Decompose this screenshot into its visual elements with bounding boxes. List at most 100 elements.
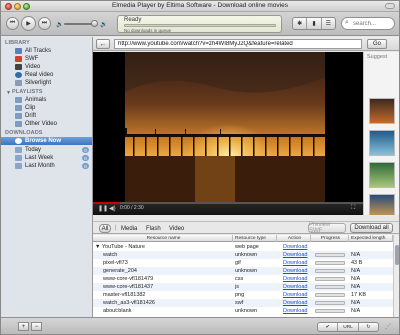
resource-table: Resource name Resource type Action Progr… — [93, 235, 399, 317]
add-button[interactable]: + — [18, 322, 29, 331]
url-input[interactable] — [114, 39, 362, 49]
disclosure-triangle-icon[interactable]: ▼ — [95, 244, 102, 250]
column-header-name[interactable]: Resource name — [93, 235, 233, 242]
status-text: Ready — [124, 17, 142, 23]
table-group-row[interactable]: ▼ YouTube - Nature web page Download — [93, 243, 393, 251]
expected-length: 17 KB — [351, 292, 366, 298]
expected-length: N/A — [351, 268, 361, 274]
count-badge: 0 — [82, 147, 89, 153]
table-row[interactable]: watch unknown Download N/A — [93, 251, 393, 259]
suggestion-thumbnail[interactable] — [369, 162, 395, 188]
column-header-expected-length[interactable]: Expected length — [349, 235, 393, 242]
preview-swf-button[interactable]: Preview SWF — [308, 222, 346, 234]
back-button[interactable]: ← — [96, 39, 110, 49]
table-scrollbar[interactable] — [393, 235, 399, 317]
scrollbar-thumb[interactable] — [395, 245, 399, 265]
view-mode-control: ✱ ▮ ☰ — [292, 17, 336, 30]
resource-type: css — [235, 276, 244, 282]
sidebar-item-last-month[interactable]: Last Month 0 — [1, 162, 92, 170]
table-row[interactable]: master-vfl181382 png Download 17 KB — [93, 291, 393, 299]
resize-grip-icon[interactable]: ⋰ — [385, 323, 395, 331]
mode-control: ✔ URL ↻ — [317, 322, 379, 332]
sidebar-item-animals[interactable]: Animals — [1, 96, 92, 104]
pause-icon[interactable]: ❚❚ — [98, 205, 108, 212]
sidebar-item-real-video[interactable]: Real video — [1, 71, 92, 79]
sidebar-item-browse-now[interactable]: Browse Now — [1, 137, 92, 145]
table-row[interactable]: pixel-vfl73 gif Download 43 B — [93, 259, 393, 267]
remove-button[interactable]: − — [31, 322, 42, 331]
refresh-icon[interactable]: ↻ — [359, 323, 378, 331]
play-button[interactable]: ▶ — [21, 16, 36, 31]
download-link[interactable]: Download — [283, 283, 311, 291]
resource-name-text: watch_as3-vfl181426 — [103, 300, 155, 306]
suggestion-thumbnail[interactable] — [369, 130, 395, 156]
table-row[interactable]: www-core-vfl181479 css Download N/A — [93, 275, 393, 283]
sidebar-item-all-tracks[interactable]: All Tracks — [1, 47, 92, 55]
go-button[interactable]: Go — [367, 39, 387, 49]
checkmark-icon[interactable]: ✔ — [318, 323, 339, 331]
download-link[interactable]: Download — [283, 291, 311, 299]
sidebar-item-last-week[interactable]: Last Week 0 — [1, 154, 92, 162]
column-header-action[interactable]: Action — [277, 235, 311, 242]
previous-button[interactable]: ⏮ — [6, 17, 19, 30]
download-all-button[interactable]: Download all — [350, 223, 393, 233]
sidebar-item-silverlight[interactable]: Silverlight — [1, 79, 92, 87]
sidebar-item-other-video[interactable]: Other Video — [1, 120, 92, 128]
list-view-icon[interactable]: ☰ — [322, 18, 335, 29]
table-row[interactable]: www-core-vfl181437 js Download N/A — [93, 283, 393, 291]
sidebar-item-swf[interactable]: SWF — [1, 55, 92, 63]
seek-bar[interactable] — [93, 202, 363, 204]
resource-name-text: generate_204 — [103, 268, 137, 274]
suggestion-thumbnail[interactable] — [369, 98, 395, 124]
fullscreen-icon[interactable]: ⛶ — [351, 205, 355, 212]
main-window: Elmedia Player by Eltima Software - Down… — [0, 0, 400, 335]
folder-icon — [15, 155, 22, 161]
resource-name: www-core-vfl181479 — [103, 275, 231, 283]
playlist-icon — [15, 105, 22, 111]
single-view-icon[interactable]: ▮ — [307, 18, 322, 29]
download-progress-bar — [315, 301, 345, 305]
table-row[interactable]: about:blank unknown Download N/A — [93, 307, 393, 315]
sidebar-item-clip[interactable]: Clip — [1, 104, 92, 112]
toolbar-toggle-button[interactable] — [385, 3, 395, 9]
expected-length: N/A — [351, 284, 361, 290]
search-input[interactable] — [353, 19, 393, 29]
tab-media[interactable]: Media — [121, 224, 137, 233]
download-link[interactable]: Download — [283, 267, 311, 275]
resource-type: js — [235, 284, 239, 290]
download-link[interactable]: Download — [283, 275, 311, 283]
video-controls: ❚❚ ◀) 0:00 / 2:30 ⛶ — [93, 202, 363, 215]
volume-high-icon: 🔊 — [100, 22, 108, 28]
table-row[interactable]: generate_204 unknown Download N/A — [93, 267, 393, 275]
sidebar-item-today[interactable]: Today 0 — [1, 146, 92, 154]
resource-name-text: www-core-vfl181479 — [103, 276, 154, 282]
video-player[interactable] — [93, 52, 363, 202]
download-link[interactable]: Download — [283, 299, 311, 307]
pin-icon[interactable]: ✱ — [293, 18, 308, 29]
volume-icon[interactable]: ◀) — [109, 205, 116, 212]
next-button[interactable]: ⏭ — [38, 17, 51, 30]
count-badge: 0 — [82, 163, 89, 169]
column-header-type[interactable]: Resource type — [233, 235, 277, 242]
suggestion-thumbnail[interactable] — [369, 194, 395, 215]
download-link[interactable]: Download — [283, 259, 311, 267]
column-header-progress[interactable]: Progress — [311, 235, 349, 242]
resource-name: watch — [103, 251, 231, 259]
expected-length — [351, 243, 391, 251]
tab-video[interactable]: Video — [169, 224, 184, 233]
resource-name-text: master-vfl181382 — [103, 292, 146, 298]
tab-flash[interactable]: Flash — [146, 224, 161, 233]
download-link[interactable]: Download — [283, 243, 311, 251]
volume-knob[interactable] — [91, 20, 98, 27]
sidebar-item-video[interactable]: Video — [1, 63, 92, 71]
expected-length: N/A — [351, 252, 361, 258]
search-box: ⌕ — [341, 17, 395, 30]
download-link[interactable]: Download — [283, 251, 311, 259]
table-row[interactable]: watch_as3-vfl181426 swf Download N/A — [93, 299, 393, 307]
download-progress-bar — [315, 293, 345, 297]
url-mode-button[interactable]: URL — [338, 323, 359, 331]
sidebar-item-drift[interactable]: Drift — [1, 112, 92, 120]
tab-all[interactable]: All — [99, 224, 111, 233]
toolbar: ⏮ ▶ ⏭ 🔈 🔊 Ready No downloads in queue ✱ … — [1, 12, 399, 36]
download-link[interactable]: Download — [283, 307, 311, 315]
